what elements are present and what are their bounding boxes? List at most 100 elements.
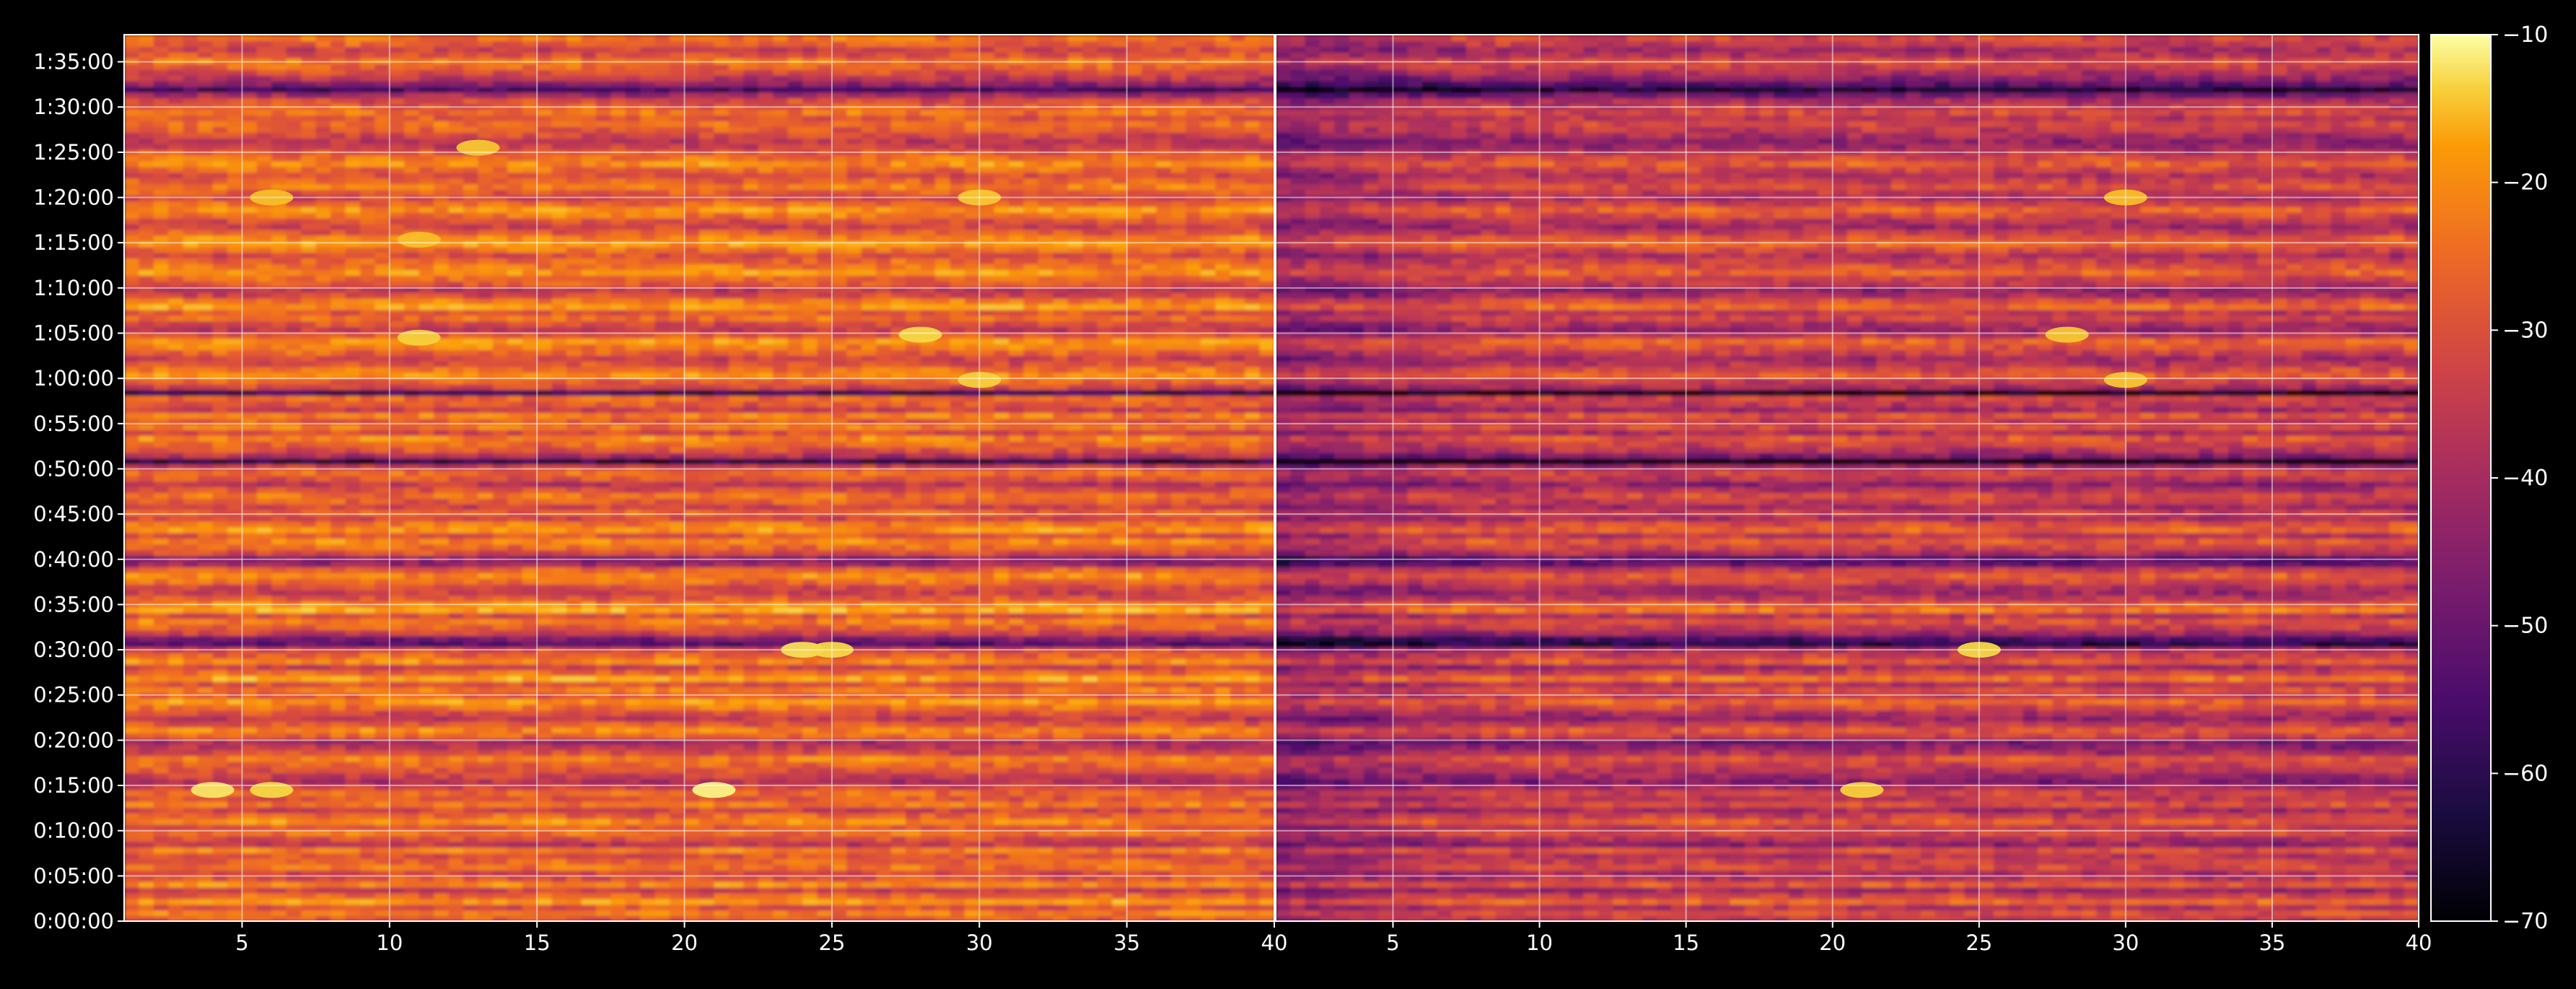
heatmap-cell (1156, 554, 1173, 562)
heatmap-cell (1200, 795, 1217, 802)
heatmap-cell (758, 858, 774, 865)
heatmap-cell (124, 612, 140, 619)
heatmap-cell (699, 715, 715, 722)
heatmap-cell (330, 709, 346, 716)
heatmap-cell (566, 818, 582, 825)
heatmap-cell (964, 675, 981, 682)
heatmap-cell (758, 795, 774, 802)
heatmap-cell (714, 612, 730, 619)
heatmap-cell (1230, 744, 1246, 751)
heatmap-cell (1245, 772, 1261, 780)
heatmap-cell (654, 703, 671, 711)
heatmap-cell (1142, 847, 1157, 854)
heatmap-cell (906, 818, 921, 825)
heatmap-cell (890, 881, 907, 888)
heatmap-cell (920, 749, 937, 757)
heatmap-cell (507, 663, 523, 671)
heatmap-cell (1009, 863, 1025, 871)
heatmap-cell (507, 898, 523, 905)
heatmap-cell (1170, 560, 1187, 567)
heatmap-cell (507, 863, 523, 871)
heatmap-cell (478, 681, 494, 688)
heatmap-cell (198, 698, 214, 705)
heatmap-cell (168, 629, 184, 637)
heatmap-cell (1245, 847, 1261, 854)
heatmap-cell (1097, 835, 1113, 842)
heatmap-cell (507, 572, 523, 579)
heatmap-cell (684, 560, 701, 567)
heatmap-cell (448, 612, 465, 619)
heatmap-cell (654, 566, 671, 573)
heatmap-cell (743, 777, 759, 785)
heatmap-cell (1053, 703, 1069, 711)
heatmap-cell (1009, 658, 1025, 665)
heatmap-cell (256, 881, 273, 888)
heatmap-cell (890, 635, 907, 642)
heatmap-cell (1215, 858, 1231, 865)
heatmap-cell (1215, 629, 1231, 637)
heatmap-cell (419, 755, 435, 762)
heatmap-cell (1097, 663, 1113, 671)
heatmap-cell (640, 715, 656, 722)
heatmap-cell (714, 835, 730, 842)
heatmap-cell (330, 852, 346, 860)
heatmap-cell (389, 755, 406, 762)
heatmap-cell (654, 687, 671, 694)
heatmap-cell (507, 687, 523, 694)
heatmap-cell (699, 824, 715, 831)
heatmap-cell (964, 881, 981, 888)
heatmap-cell (773, 589, 789, 596)
heatmap-cell (315, 904, 332, 911)
heatmap-cell (256, 578, 273, 585)
heatmap-cell (478, 624, 494, 631)
heatmap-cell (1082, 852, 1098, 860)
heatmap-cell (714, 709, 730, 716)
heatmap-cell (1053, 852, 1069, 860)
heatmap-cell (153, 658, 170, 665)
heatmap-cell (1200, 560, 1217, 567)
heatmap-cell (728, 767, 745, 774)
heatmap-cell (861, 835, 877, 842)
heatmap-cell (817, 658, 833, 665)
heatmap-cell (1082, 841, 1098, 848)
heatmap-cell (743, 698, 759, 705)
heatmap-cell (1038, 663, 1054, 671)
heatmap-cell (773, 806, 789, 814)
heatmap-cell (286, 658, 302, 665)
heatmap-cell (1009, 789, 1025, 796)
heatmap-cell (1186, 612, 1202, 619)
heatmap-cell (507, 669, 523, 676)
heatmap-cell (1112, 777, 1128, 785)
heatmap-cell (831, 761, 848, 768)
heatmap-cell (1230, 755, 1246, 762)
heatmap-cell (492, 886, 509, 894)
heatmap-cell (861, 847, 877, 854)
heatmap-cell (1097, 818, 1113, 825)
heatmap-cell (434, 767, 450, 774)
heatmap-cell (434, 892, 450, 899)
heatmap-cell (743, 624, 759, 631)
heatmap-cell (212, 801, 229, 808)
heatmap-cell (404, 624, 420, 631)
heatmap-cell (787, 554, 804, 562)
heatmap-cell (566, 652, 582, 659)
heatmap-cell (124, 910, 140, 917)
heatmap-cell (802, 767, 818, 774)
heatmap-cell (714, 881, 730, 888)
heatmap-cell (478, 595, 494, 602)
heatmap-cell (699, 749, 715, 757)
heatmap-cell (890, 761, 907, 768)
heatmap-cell (802, 881, 818, 888)
heatmap-cell (950, 663, 966, 671)
heatmap-cell (1170, 554, 1187, 562)
heatmap-cell (345, 618, 362, 625)
heatmap-cell (139, 732, 155, 739)
heatmap-cell (1259, 640, 1274, 648)
heatmap-cell (831, 772, 848, 780)
heatmap-cell (906, 635, 921, 642)
heatmap-cell (359, 635, 376, 642)
heatmap-cell (595, 863, 612, 871)
heatmap-cell (286, 910, 302, 917)
heatmap-cell (684, 852, 701, 860)
heatmap-cell (271, 583, 287, 591)
